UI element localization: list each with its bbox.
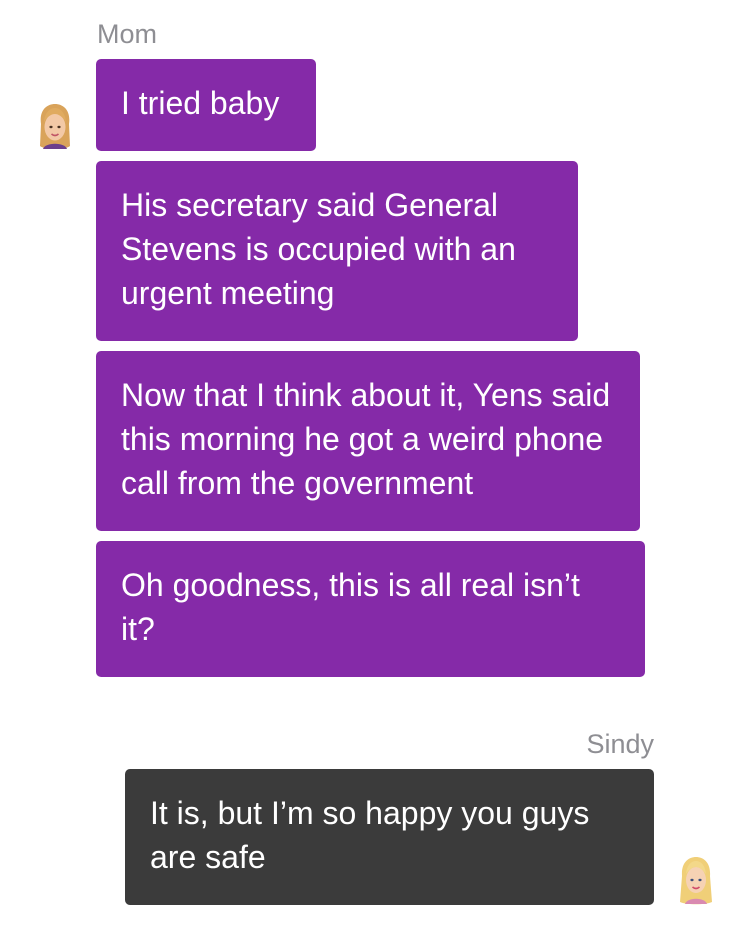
message-bubble[interactable]: I tried baby: [96, 59, 316, 151]
message-bubble[interactable]: Oh goodness, this is all real isn’t it?: [96, 541, 645, 677]
message-bubble[interactable]: His secretary said General Stevens is oc…: [96, 161, 578, 341]
chat-thread: Mom I tried baby His secretary said Gene…: [0, 0, 750, 946]
sender-name-sindy: Sindy: [586, 729, 654, 759]
message-bubble[interactable]: It is, but I’m so happy you guys are saf…: [125, 769, 654, 905]
sender-name-mom: Mom: [97, 19, 157, 49]
sindy-avatar-icon[interactable]: [676, 856, 716, 906]
mom-avatar-icon[interactable]: [35, 102, 75, 152]
message-bubble[interactable]: Now that I think about it, Yens said thi…: [96, 351, 640, 531]
